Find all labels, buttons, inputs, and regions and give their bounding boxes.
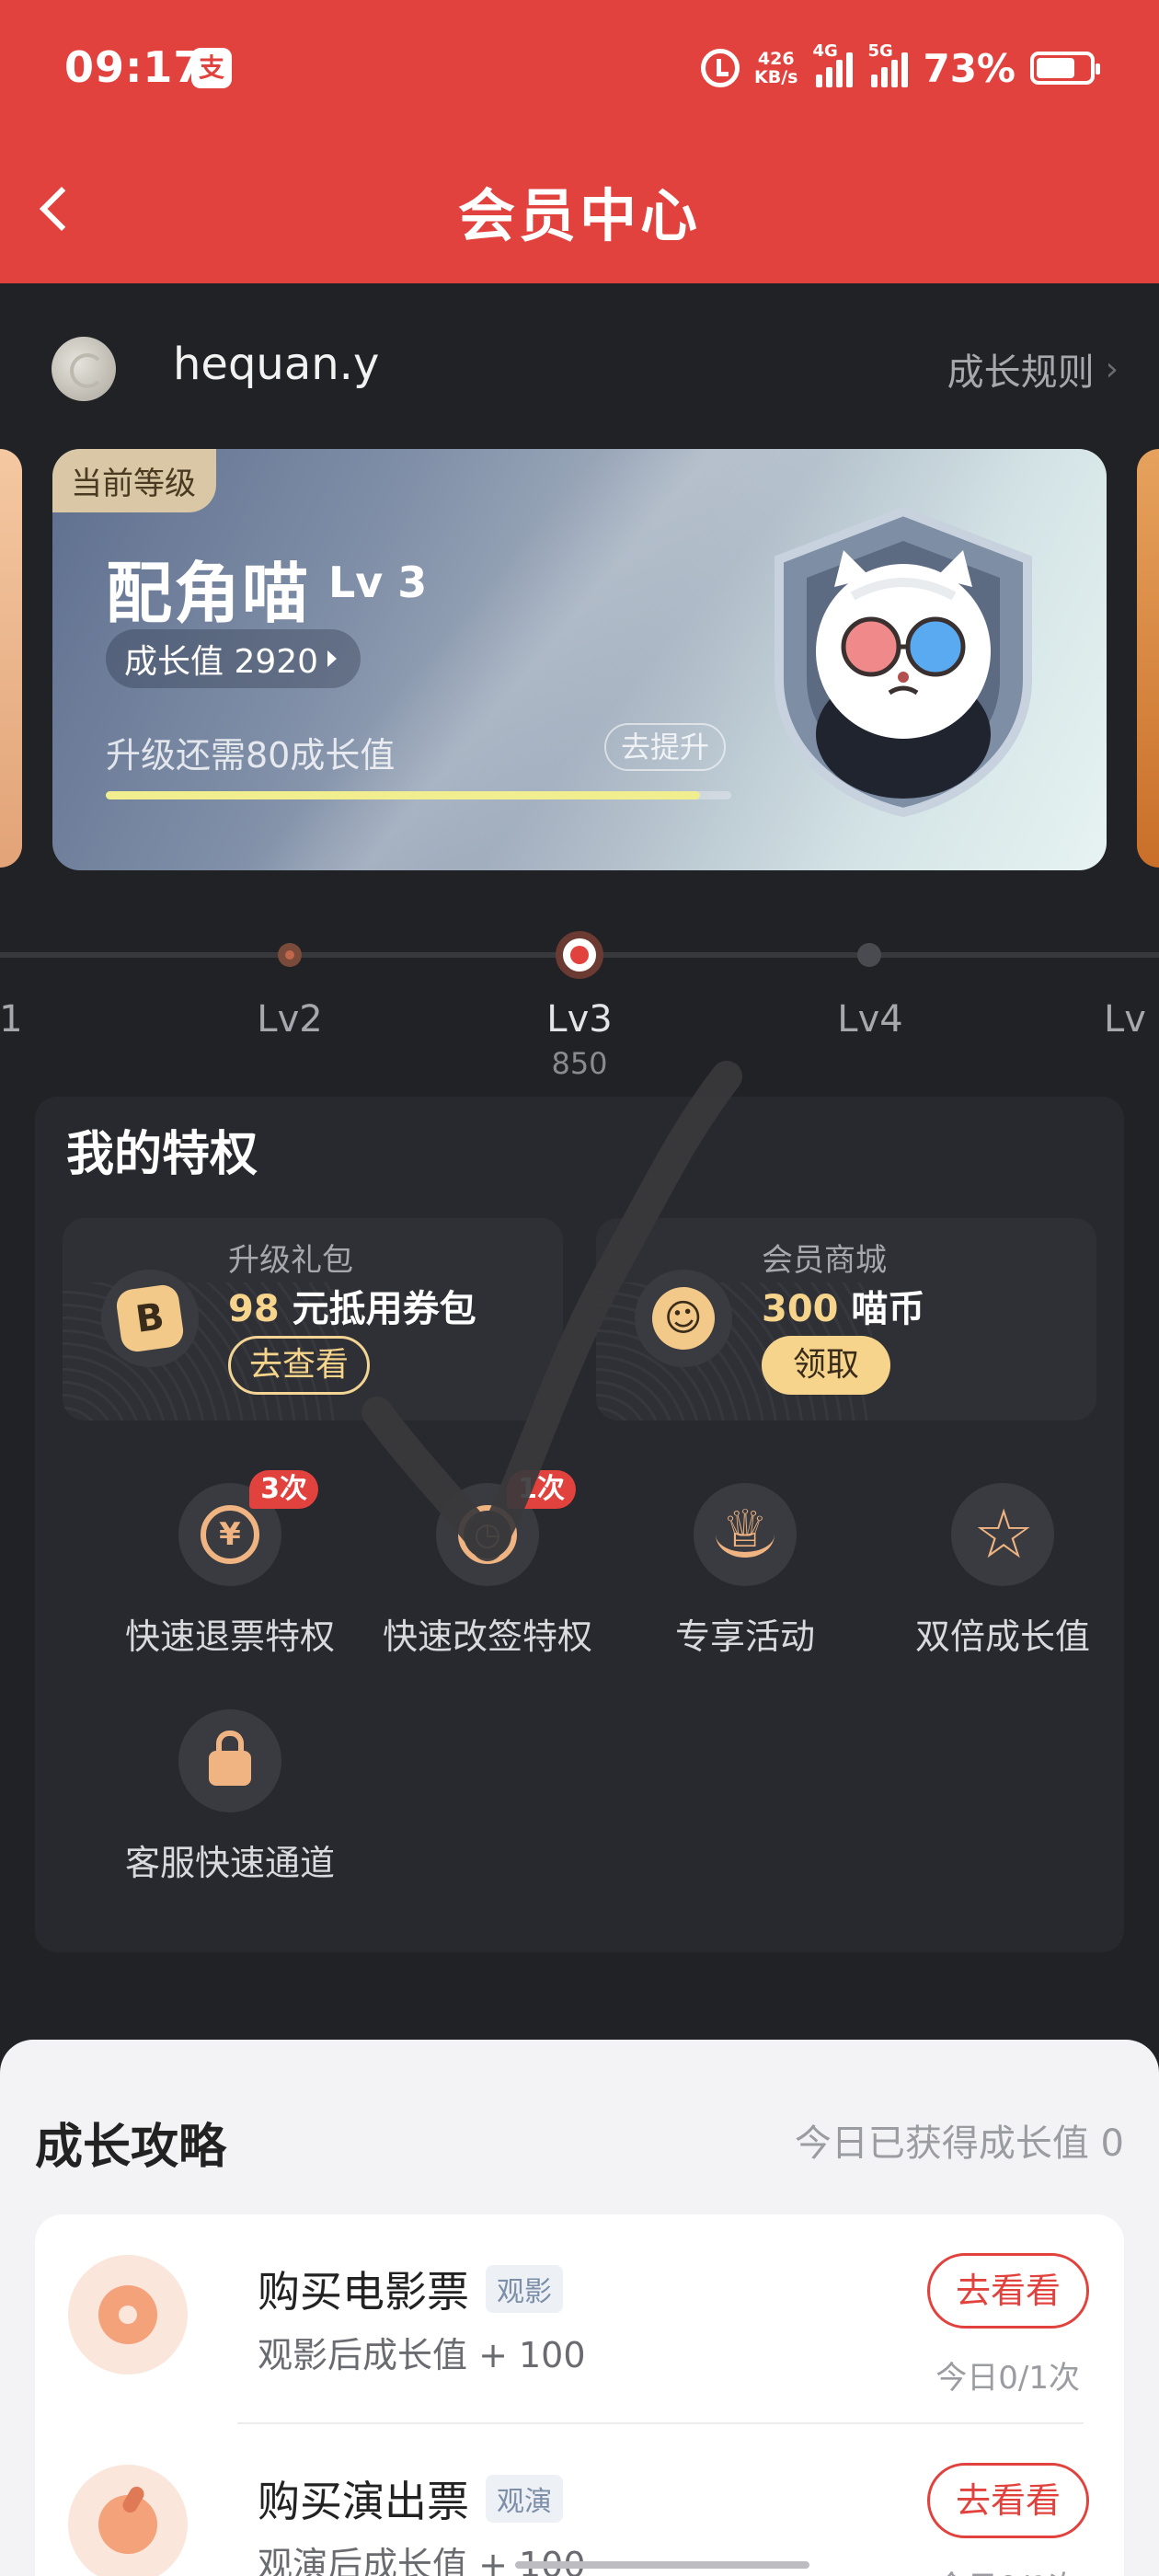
task-count: 今日0/1次 bbox=[935, 2562, 1080, 2576]
go-look-button[interactable]: 去看看 bbox=[927, 2253, 1089, 2329]
previous-level-card[interactable] bbox=[0, 449, 22, 868]
triangle-right-icon bbox=[327, 650, 338, 667]
level-label-lv4: Lv4 bbox=[837, 998, 903, 1041]
growth-rule-label: 成长规则 bbox=[947, 351, 1095, 394]
status-time: 09:17 bbox=[64, 42, 204, 92]
member-mall-label: 会员商城 bbox=[762, 1242, 887, 1279]
next-level-card[interactable] bbox=[1137, 449, 1159, 868]
alarm-icon bbox=[701, 49, 740, 87]
status-indicators: 426 KB/s 4G 5G 73% bbox=[701, 40, 1100, 96]
film-reel-icon bbox=[68, 2255, 188, 2375]
privilege-label: 专享活动 bbox=[674, 1616, 815, 1657]
go-upgrade-button[interactable]: 去提升 bbox=[604, 723, 727, 771]
signal-4g-label: 4G bbox=[812, 41, 838, 61]
task-desc: 观影后成长值 + 100 bbox=[258, 2335, 586, 2375]
privilege-customer-service[interactable]: 客服快速通道 bbox=[101, 1709, 359, 1885]
net-speed: 426 KB/s bbox=[754, 50, 798, 86]
upgrade-gift-card[interactable]: B 升级礼包 98 元抵用券包 去查看 bbox=[63, 1218, 563, 1420]
status-bar: 09:17 支 426 KB/s 4G 5G 73% bbox=[0, 0, 1159, 138]
view-gift-button[interactable]: 去查看 bbox=[228, 1336, 371, 1395]
task-tag: 观影 bbox=[486, 2265, 563, 2313]
signal-5g-label: 5G bbox=[867, 41, 893, 61]
reschedule-count-badge: 1次 bbox=[507, 1470, 576, 1509]
level-dot-lv3-current[interactable] bbox=[556, 931, 603, 979]
level-label-partial-right: Lv bbox=[1104, 998, 1146, 1041]
task-row-movie: 购买电影票 观影 观影后成长值 + 100 去看看 今日0/1次 bbox=[35, 2214, 1124, 2424]
claim-coins-button[interactable]: 领取 bbox=[762, 1336, 891, 1395]
privileges-title: 我的特权 bbox=[66, 1127, 258, 1182]
privilege-exclusive-events[interactable]: ♕ 专享活动 bbox=[616, 1483, 874, 1659]
upgrade-gift-label: 升级礼包 bbox=[228, 1242, 353, 1279]
go-look-button[interactable]: 去看看 bbox=[927, 2463, 1089, 2538]
privilege-label: 快速退票特权 bbox=[124, 1616, 335, 1657]
member-mall-card[interactable]: ☺ 会员商城 300 喵币 领取 bbox=[596, 1218, 1096, 1420]
ticket-icon: B bbox=[101, 1270, 199, 1367]
task-name: 购买演出票 观演 bbox=[258, 2468, 563, 2529]
task-count: 今日0/1次 bbox=[935, 2360, 1080, 2397]
privilege-label: 快速改签特权 bbox=[382, 1616, 592, 1657]
upgrade-requirement: 升级还需80成长值 bbox=[106, 735, 396, 776]
privilege-label: 客服快速通道 bbox=[124, 1843, 335, 1883]
member-mall-value: 300 喵币 bbox=[762, 1288, 925, 1330]
current-level-card[interactable]: 当前等级 配角喵 Lv 3 成长值 2920 升级还需80成长值 去提升 bbox=[52, 449, 1107, 870]
my-privileges-panel: 我的特权 B 升级礼包 98 元抵用券包 去查看 ☺ 会员商城 300 喵币 领… bbox=[35, 1097, 1124, 1952]
task-desc: 观演后成长值 + 100 bbox=[258, 2545, 586, 2576]
privilege-double-growth[interactable]: ☆ 双倍成长值 bbox=[874, 1483, 1131, 1659]
privilege-quick-reschedule[interactable]: ◷ 1次 快速改签特权 bbox=[359, 1470, 616, 1659]
username: hequan.y bbox=[173, 339, 380, 390]
growth-value-pill[interactable]: 成长值 2920 bbox=[106, 629, 361, 688]
task-title: 购买演出票 bbox=[258, 2477, 469, 2526]
title-bar: 会员中心 bbox=[0, 138, 1159, 283]
level-threshold-lv3: 850 bbox=[551, 1046, 608, 1081]
level-dot-lv4[interactable] bbox=[857, 943, 881, 967]
refund-icon: ¥ 3次 bbox=[178, 1470, 318, 1586]
task-list: 购买电影票 观影 观影后成长值 + 100 去看看 今日0/1次 购买演出票 观… bbox=[35, 2214, 1124, 2576]
current-level-tag: 当前等级 bbox=[52, 449, 216, 512]
level-label-lv2: Lv2 bbox=[257, 998, 323, 1041]
level-name: 配角喵 bbox=[106, 555, 311, 632]
avatar[interactable] bbox=[52, 337, 116, 401]
growth-value: 成长值 2920 bbox=[124, 643, 319, 681]
star-icon: ☆ bbox=[951, 1483, 1054, 1586]
lock-icon bbox=[178, 1709, 281, 1812]
growth-strategy-sheet: 成长攻略 今日已获得成长值 0 购买电影票 观影 观影后成长值 + 100 去看… bbox=[0, 2040, 1159, 2576]
net-speed-unit: KB/s bbox=[754, 67, 798, 87]
battery-icon bbox=[1030, 52, 1100, 85]
signal-5g-icon: 5G bbox=[867, 41, 909, 87]
task-row-show: 购买演出票 观演 观演后成长值 + 100 去看看 今日0/1次 bbox=[35, 2424, 1124, 2576]
task-tag: 观演 bbox=[486, 2475, 563, 2523]
growth-strategy-title: 成长攻略 bbox=[35, 2120, 227, 2175]
home-indicator[interactable] bbox=[515, 2561, 809, 2569]
growth-rule-link[interactable]: 成长规则 › bbox=[947, 342, 1119, 396]
signal-4g-icon: 4G bbox=[812, 41, 854, 87]
cat-coin-icon: ☺ bbox=[635, 1270, 732, 1367]
battery-percent: 73% bbox=[923, 45, 1016, 91]
net-speed-value: 426 bbox=[757, 49, 795, 69]
performance-icon bbox=[68, 2465, 188, 2576]
level-progress-fill bbox=[106, 791, 700, 799]
task-title: 购买电影票 bbox=[258, 2267, 469, 2317]
today-growth-earned: 今日已获得成长值 0 bbox=[794, 2122, 1124, 2165]
page-title: 会员中心 bbox=[457, 182, 701, 249]
level-label-partial-left: v1 bbox=[0, 998, 23, 1041]
level-progress-bar bbox=[106, 791, 731, 799]
task-name: 购买电影票 观影 bbox=[258, 2259, 563, 2319]
alipay-icon: 支 bbox=[191, 48, 232, 88]
privilege-label: 双倍成长值 bbox=[914, 1616, 1090, 1657]
refund-count-badge: 3次 bbox=[249, 1470, 318, 1509]
level-number: Lv 3 bbox=[328, 558, 428, 607]
chevron-right-icon: › bbox=[1105, 350, 1119, 388]
privilege-quick-refund[interactable]: ¥ 3次 快速退票特权 bbox=[101, 1470, 359, 1659]
level-dot-lv2[interactable] bbox=[278, 943, 302, 967]
crown-icon: ♕ bbox=[694, 1483, 797, 1586]
cat-mascot-badge-icon bbox=[775, 506, 1032, 817]
level-label-lv3: Lv3 bbox=[546, 998, 613, 1041]
reschedule-icon: ◷ 1次 bbox=[436, 1470, 576, 1586]
upgrade-gift-value: 98 元抵用券包 bbox=[228, 1288, 476, 1330]
